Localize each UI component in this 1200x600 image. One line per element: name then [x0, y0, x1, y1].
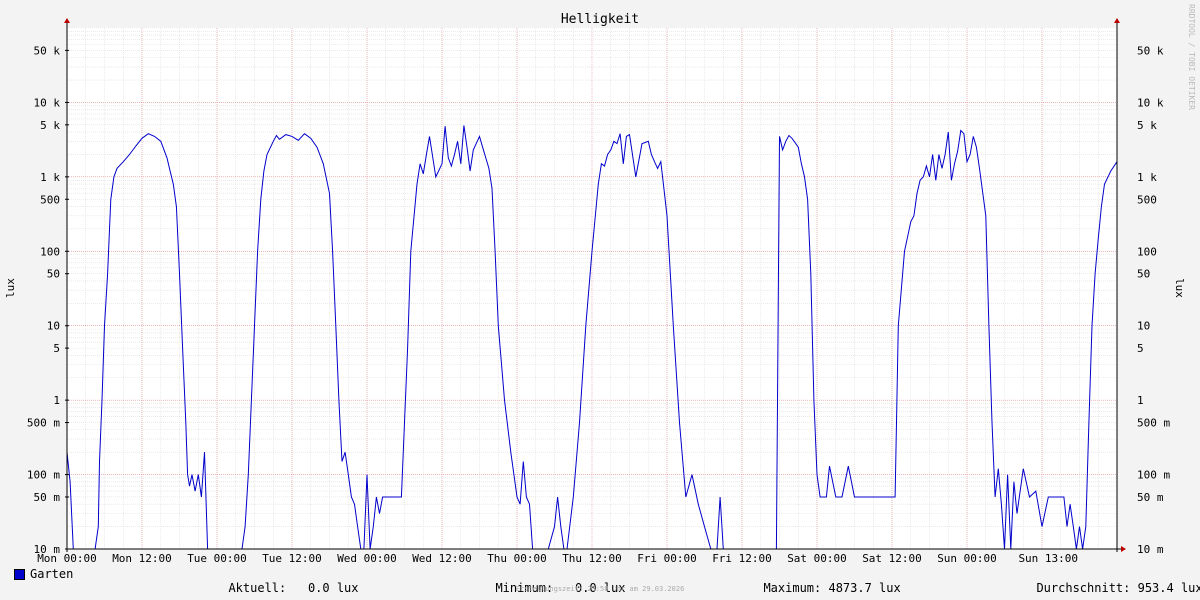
x-tick-label: Wed 12:00	[412, 552, 472, 565]
y-tick-label: 5	[1137, 342, 1144, 355]
y-tick-label: 1 k	[40, 171, 60, 184]
y-tick-label: 1 k	[1137, 171, 1157, 184]
y-tick-label: 10	[1137, 320, 1150, 333]
x-axis-arrow	[1121, 546, 1126, 552]
y-tick-labels-left: 50 k 10 k 5 k 1 k 500 100 50 10 5 1 500 m 100 m 50 m…	[27, 44, 60, 556]
y-axis-label-right: lux	[1173, 278, 1186, 298]
y-tick-label: 100	[1137, 245, 1157, 258]
y-tick-label: 50 m	[1137, 491, 1164, 504]
y-tick-label: 1	[53, 394, 60, 407]
chart: 50 k 10 k 5 k 1 k 500 100 50 10 5 1 500 m 100 m 50 m…	[4, 12, 1186, 565]
x-tick-label: Sun 13:00	[1018, 552, 1078, 565]
y-tick-label: 5 k	[40, 119, 60, 132]
x-tick-label: Fri 12:00	[712, 552, 772, 565]
y-tick-label: 5	[53, 342, 60, 355]
x-tick-label: Tue 00:00	[187, 552, 247, 565]
y-tick-label: 100 m	[1137, 469, 1170, 482]
y-tick-label: 100 m	[27, 469, 60, 482]
x-tick-labels: Mon 00:00 Mon 12:00 Tue 00:00 Tue 12:00 Wed …	[37, 552, 1078, 565]
y-axis-arrow-left	[64, 18, 70, 23]
y-tick-label: 50	[1137, 268, 1150, 281]
y-tick-label: 50	[47, 268, 60, 281]
x-tick-label: Fri 00:00	[637, 552, 697, 565]
x-tick-label: Wed 00:00	[337, 552, 397, 565]
y-tick-label: 500	[40, 193, 60, 206]
y-tick-label: 500	[1137, 193, 1157, 206]
x-tick-label: Sun 00:00	[937, 552, 997, 565]
y-tick-label: 50 m	[34, 491, 61, 504]
y-tick-label: 500 m	[1137, 417, 1170, 430]
y-tick-label: 5 k	[1137, 119, 1157, 132]
x-tick-label: Sat 12:00	[862, 552, 922, 565]
y-tick-labels-right: 50 k 10 k 5 k 1 k 500 100 50 10 5 1 500 m 100 m 50 m…	[1137, 44, 1170, 556]
y-tick-label: 10	[47, 320, 60, 333]
x-tick-label: Sat 00:00	[787, 552, 847, 565]
y-tick-label: 1	[1137, 394, 1144, 407]
y-tick-label: 50 k	[34, 44, 61, 57]
y-tick-label: 100	[40, 245, 60, 258]
x-tick-label: Tue 12:00	[262, 552, 322, 565]
legend-label: Garten	[30, 567, 74, 581]
x-tick-label: Mon 12:00	[112, 552, 172, 565]
y-tick-label: 10 k	[34, 96, 61, 109]
y-axis-label-left: lux	[4, 278, 17, 298]
creation-time: Erstellungszeit: 23:58 Uhr am 29.03.2026	[515, 585, 685, 593]
legend-swatch	[14, 569, 25, 580]
y-axis-arrow-right	[1114, 18, 1120, 23]
y-tick-label: 50 k	[1137, 44, 1164, 57]
rrdtool-tag: RRDTOOL / TOBI OETIKER	[1187, 4, 1196, 110]
y-tick-label: 500 m	[27, 417, 60, 430]
x-tick-label: Thu 12:00	[562, 552, 622, 565]
y-tick-label: 10 m	[1137, 543, 1164, 556]
x-tick-label: Mon 00:00	[37, 552, 97, 565]
x-tick-label: Thu 00:00	[487, 552, 547, 565]
y-tick-label: 10 k	[1137, 96, 1164, 109]
chart-title: Helligkeit	[561, 12, 639, 27]
